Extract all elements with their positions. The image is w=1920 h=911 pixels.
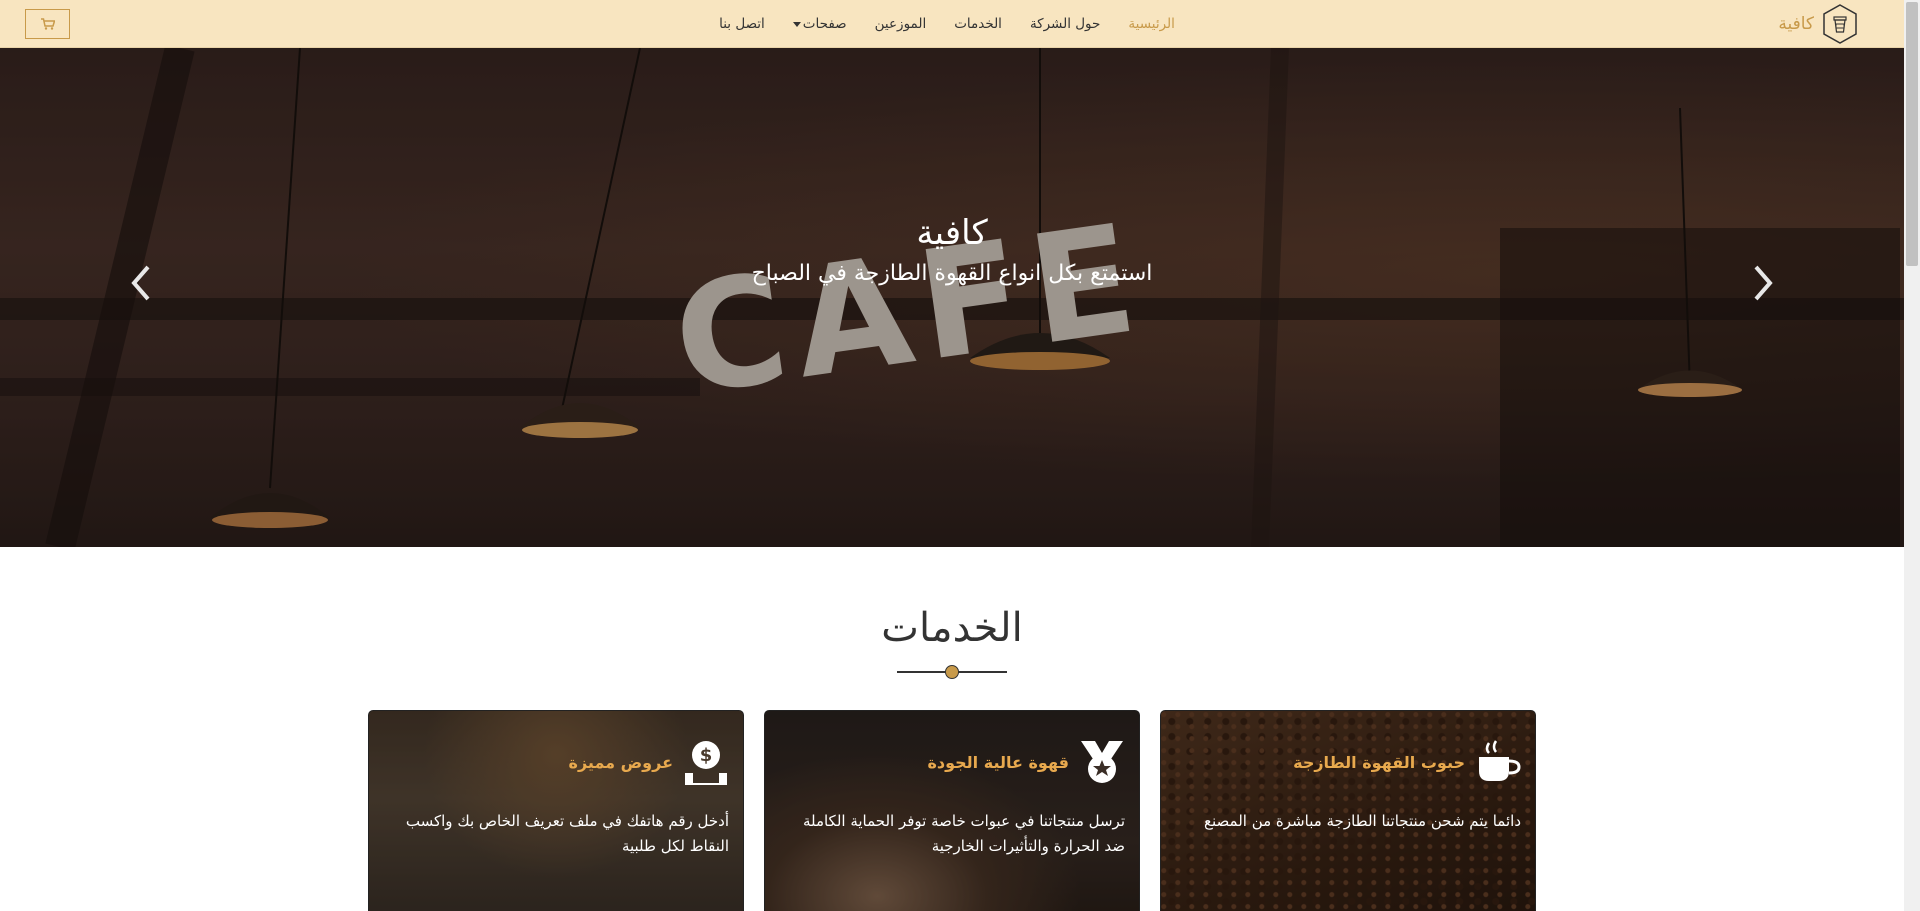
card-title: قهوة عالية الجودة — [927, 752, 1069, 772]
nav-item-home[interactable]: الرئيسية — [1114, 0, 1189, 48]
service-card-fresh-beans: حبوب القهوة الطازجة دائما يتم شحن منتجات… — [1160, 710, 1536, 911]
medal-star-icon — [1081, 741, 1123, 783]
card-title: عروض مميزة — [568, 752, 673, 772]
nav-item-distributors[interactable]: الموزعين — [861, 0, 941, 48]
brand-name: كافية — [1778, 14, 1814, 34]
nav-item-pages-label: صفحات — [802, 16, 847, 32]
service-card-special-offers: $ عروض مميزة أدخل رقم هاتفك في ملف تعريف… — [368, 710, 744, 911]
card-header: حبوب القهوة الطازجة — [1293, 739, 1521, 785]
card-title: حبوب القهوة الطازجة — [1293, 752, 1465, 772]
top-navbar: كافية الرئيسية حول الشركة الخدمات الموزع… — [0, 0, 1904, 48]
card-text: ترسل منتجاتنا في عبوات خاصة توفر الحماية… — [802, 812, 1125, 855]
coin-hand-icon: $ — [685, 741, 727, 785]
cart-button[interactable] — [25, 9, 70, 39]
section-divider — [897, 665, 1007, 679]
brand[interactable]: كافية — [1778, 4, 1858, 44]
hero-title: كافية — [916, 213, 988, 253]
card-header: قهوة عالية الجودة — [927, 739, 1125, 785]
cart-icon — [40, 18, 55, 30]
hero-caption: كافية استمتع بكل انواع القهوة الطازجة في… — [0, 213, 1904, 286]
hero-overlay — [0, 48, 1904, 547]
page-scrollbar[interactable] — [1904, 0, 1920, 911]
scrollbar-thumb[interactable] — [1906, 2, 1918, 266]
card-header: $ عروض مميزة — [569, 739, 729, 785]
card-text: دائما يتم شحن منتجاتنا الطازجة مباشرة من… — [1204, 812, 1521, 830]
nav-item-about[interactable]: حول الشركة — [1016, 0, 1114, 48]
coffee-cup-icon — [1479, 740, 1521, 781]
svg-text:$: $ — [700, 745, 713, 766]
main-nav: الرئيسية حول الشركة الخدمات الموزعين صفح… — [0, 0, 1904, 48]
services-title: الخدمات — [881, 605, 1023, 651]
nav-item-pages-dropdown[interactable]: صفحات — [779, 0, 861, 48]
nav-item-services[interactable]: الخدمات — [940, 0, 1016, 48]
card-text: أدخل رقم هاتفك في ملف تعريف الخاص بك واك… — [405, 812, 729, 855]
hero-carousel: CAFE كافية استمتع بكل انواع القهوة الطاز… — [0, 48, 1904, 547]
nav-item-contact[interactable]: اتصل بنا — [705, 0, 779, 48]
caret-down-icon — [792, 21, 801, 27]
divider-dot — [945, 665, 959, 679]
hero-subtitle: استمتع بكل انواع القهوة الطازجة في الصبا… — [751, 261, 1153, 286]
cup-hexagon-logo-icon — [1823, 4, 1857, 44]
service-card-high-quality: قهوة عالية الجودة ترسل منتجاتنا في عبوات… — [764, 710, 1140, 911]
